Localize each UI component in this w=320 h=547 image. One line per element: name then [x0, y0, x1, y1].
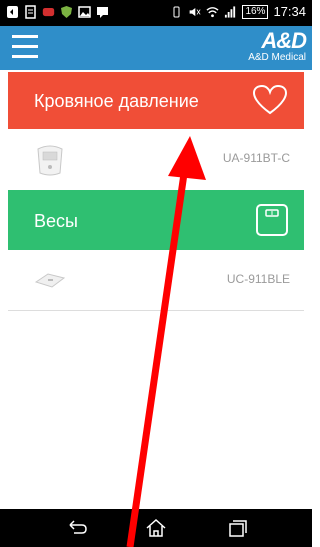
blood-pressure-monitor-icon: [37, 145, 63, 176]
device-row-scale[interactable]: UC-911BLE: [8, 250, 304, 311]
home-icon[interactable]: [145, 518, 167, 538]
category-label: Весы: [34, 211, 78, 231]
notification-icons: [6, 5, 109, 19]
wifi-icon: [206, 6, 219, 17]
category-scale[interactable]: Весы: [8, 190, 304, 250]
scale-icon: [256, 204, 288, 236]
battery-indicator: 16%: [242, 4, 269, 19]
brand-logo: A&D A&D Medical: [236, 28, 307, 66]
notification-app-icon: [7, 6, 18, 18]
status-time: 17:34: [273, 4, 306, 19]
notification-image-icon: [78, 6, 91, 18]
mute-icon: [190, 7, 201, 16]
notification-shield-icon: [61, 6, 72, 18]
vibrate-icon: [173, 6, 180, 17]
signal-icon: [225, 5, 236, 18]
hamburger-menu-icon[interactable]: [12, 35, 38, 59]
heart-icon: [252, 84, 288, 115]
logo-mark: A&D: [261, 28, 307, 53]
app-bar: A&D A&D Medical: [0, 26, 312, 70]
status-bar: 16% 17:34: [0, 0, 312, 26]
bathroom-scale-icon: [34, 273, 66, 288]
notification-doc-icon: [25, 5, 36, 19]
device-model: UC-911BLE: [226, 272, 290, 286]
recents-icon[interactable]: [227, 518, 249, 538]
device-row-blood-pressure[interactable]: UA-911BT-C: [8, 129, 304, 191]
notification-message-icon: [97, 7, 108, 18]
category-label: Кровяное давление: [34, 91, 199, 111]
navigation-bar: [0, 509, 312, 547]
category-blood-pressure[interactable]: Кровяное давление: [8, 72, 304, 129]
notification-alert-icon: [42, 7, 55, 17]
logo-text: A&D Medical: [248, 52, 306, 63]
device-model: UA-911BT-C: [222, 151, 290, 165]
back-icon[interactable]: [66, 518, 88, 538]
system-status: 16% 17:34: [170, 4, 306, 19]
